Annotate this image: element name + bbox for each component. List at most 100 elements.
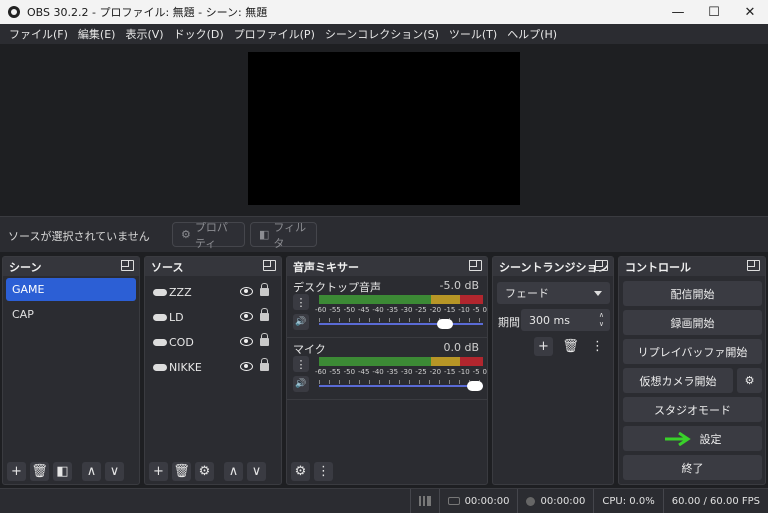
source-item-ld[interactable]: LD [145, 305, 281, 330]
sources-header: ソース [145, 257, 281, 276]
start-recording-button[interactable]: 録画開始 [623, 310, 762, 335]
duration-input[interactable]: 300 ms ∧ ∨ [521, 309, 610, 331]
transition-select[interactable]: フェード [497, 282, 610, 304]
plus-icon: + [153, 463, 164, 479]
volume-meter [319, 357, 483, 366]
volume-slider-handle[interactable] [467, 381, 483, 391]
record-status: 00:00:00 [518, 496, 593, 507]
kebab-menu-icon: ⋮ [317, 463, 330, 479]
scenes-header: シーン [3, 257, 139, 276]
volume-slider-track[interactable] [319, 385, 483, 387]
menu-help[interactable]: ヘルプ(H) [502, 26, 562, 42]
menu-scene-collection[interactable]: シーンコレクション(S) [320, 26, 444, 42]
source-name: COD [169, 336, 194, 349]
no-source-selected-label: ソースが選択されていません [8, 230, 150, 243]
game-capture-icon [153, 339, 167, 346]
mute-button[interactable]: 🔊 [293, 376, 309, 392]
filter-icon: ◧ [56, 463, 69, 479]
menu-tools[interactable]: ツール(T) [444, 26, 502, 42]
scene-filters-button[interactable]: ◧ [53, 461, 72, 481]
lock-icon[interactable] [260, 308, 269, 321]
start-replay-buffer-button[interactable]: リプレイバッファ開始 [623, 339, 762, 364]
settings-button[interactable]: 設定 [623, 426, 762, 451]
start-virtual-camera-button[interactable]: 仮想カメラ開始 [623, 368, 733, 393]
properties-button[interactable]: ⚙ プロパティ [172, 221, 245, 250]
studio-mode-button[interactable]: スタジオモード [623, 397, 762, 422]
add-scene-button[interactable]: + [7, 461, 26, 481]
move-scene-up-button[interactable]: ∧ [82, 461, 101, 481]
controls-header: コントロール [619, 257, 765, 276]
undock-icon[interactable] [595, 260, 608, 271]
lock-icon[interactable] [260, 283, 269, 296]
channel-menu-button[interactable]: ⋮ [293, 294, 309, 310]
speaker-icon: 🔊 [295, 379, 307, 389]
meter-scale: -60 -55 -50 -45 -40 -35 -30 -25 -20 -15 -10 -5 0 [315, 306, 487, 314]
add-transition-button[interactable]: + [534, 337, 553, 356]
gear-icon: ⚙ [744, 374, 755, 387]
trash-icon: 🗑 [173, 463, 190, 479]
green-arrow-icon [664, 431, 691, 446]
status-bar: 00:00:00 00:00:00 CPU: 0.0% 60.00 / 60.0… [0, 488, 768, 513]
signal-icon [418, 496, 431, 506]
lock-icon[interactable] [260, 333, 269, 346]
maximize-button[interactable]: ☐ [696, 0, 732, 24]
undock-icon[interactable] [263, 260, 276, 271]
duration-label: 期間 [498, 316, 520, 329]
menu-view[interactable]: 表示(V) [120, 26, 168, 42]
start-streaming-button[interactable]: 配信開始 [623, 281, 762, 306]
mixer-channel-mic: マイク 0.0 dB ⋮ 🔊 -60 -55 -50 -45 -40 -35 -30 -25-… [287, 338, 487, 400]
eye-icon[interactable] [240, 362, 253, 371]
filters-button[interactable]: ◧ フィルタ [250, 221, 317, 250]
advanced-audio-button[interactable]: ⚙ [291, 461, 310, 481]
add-source-button[interactable]: + [149, 461, 168, 481]
menu-file[interactable]: ファイル(F) [4, 26, 73, 42]
volume-slider-handle[interactable] [437, 319, 454, 329]
menu-bar: ファイル(F) 編集(E) 表示(V) ドック(D) プロファイル(P) シーン… [0, 24, 768, 44]
chevron-down-icon: ∨ [109, 463, 120, 479]
menu-edit[interactable]: 編集(E) [73, 26, 121, 42]
virtual-camera-settings-button[interactable]: ⚙ [737, 368, 762, 393]
scene-transitions-header: シーントランジション [493, 257, 613, 276]
move-scene-down-button[interactable]: ∨ [105, 461, 124, 481]
audio-mixer-dock: 音声ミキサー デスクトップ音声 -5.0 dB ⋮ 🔊 -60 -55 -50 -45… [286, 256, 488, 485]
plus-icon: + [11, 463, 22, 479]
volume-slider-track[interactable] [319, 323, 483, 325]
scene-item-game[interactable]: GAME [6, 278, 136, 301]
filter-icon: ◧ [259, 228, 270, 241]
close-button[interactable]: ✕ [732, 0, 768, 24]
move-source-up-button[interactable]: ∧ [224, 461, 243, 481]
eye-icon[interactable] [240, 337, 253, 346]
spinner-arrows-icon[interactable]: ∧ ∨ [599, 311, 604, 329]
source-item-nikke[interactable]: NIKKE [145, 355, 281, 380]
remove-scene-button[interactable]: 🗑 [30, 461, 49, 481]
meter-scale: -60 -55 -50 -45 -40 -35 -30 -25 -20 -15 -10 -5 0 [315, 368, 487, 376]
menu-profile[interactable]: プロファイル(P) [229, 26, 320, 42]
game-capture-icon [153, 314, 167, 321]
eye-icon[interactable] [240, 312, 253, 321]
source-item-zzz[interactable]: ZZZ [145, 280, 281, 305]
scene-item-cap[interactable]: CAP [6, 303, 136, 326]
kebab-menu-icon: ⋮ [295, 357, 307, 371]
record-icon [526, 496, 536, 506]
undock-icon[interactable] [469, 260, 482, 271]
remove-source-button[interactable]: 🗑 [172, 461, 191, 481]
mixer-menu-button[interactable]: ⋮ [314, 461, 333, 481]
mute-button[interactable]: 🔊 [293, 314, 309, 330]
move-source-down-button[interactable]: ∨ [247, 461, 266, 481]
minimize-button[interactable]: — [660, 0, 696, 24]
source-item-cod[interactable]: COD [145, 330, 281, 355]
game-capture-icon [153, 364, 167, 371]
remove-transition-button[interactable]: 🗑 [561, 337, 580, 356]
undock-icon[interactable] [747, 260, 760, 271]
lock-icon[interactable] [260, 358, 269, 371]
preview-canvas[interactable] [248, 52, 520, 205]
source-properties-button[interactable]: ⚙ [195, 461, 214, 481]
transition-menu-button[interactable]: ⋮ [588, 337, 607, 356]
controls-title: コントロール [625, 260, 691, 274]
eye-icon[interactable] [240, 287, 253, 296]
undock-icon[interactable] [121, 260, 134, 271]
exit-button[interactable]: 終了 [623, 455, 762, 480]
scenes-toolbar: + 🗑 ◧ ∧ ∨ [3, 458, 139, 484]
menu-dock[interactable]: ドック(D) [169, 26, 229, 42]
channel-menu-button[interactable]: ⋮ [293, 356, 309, 372]
